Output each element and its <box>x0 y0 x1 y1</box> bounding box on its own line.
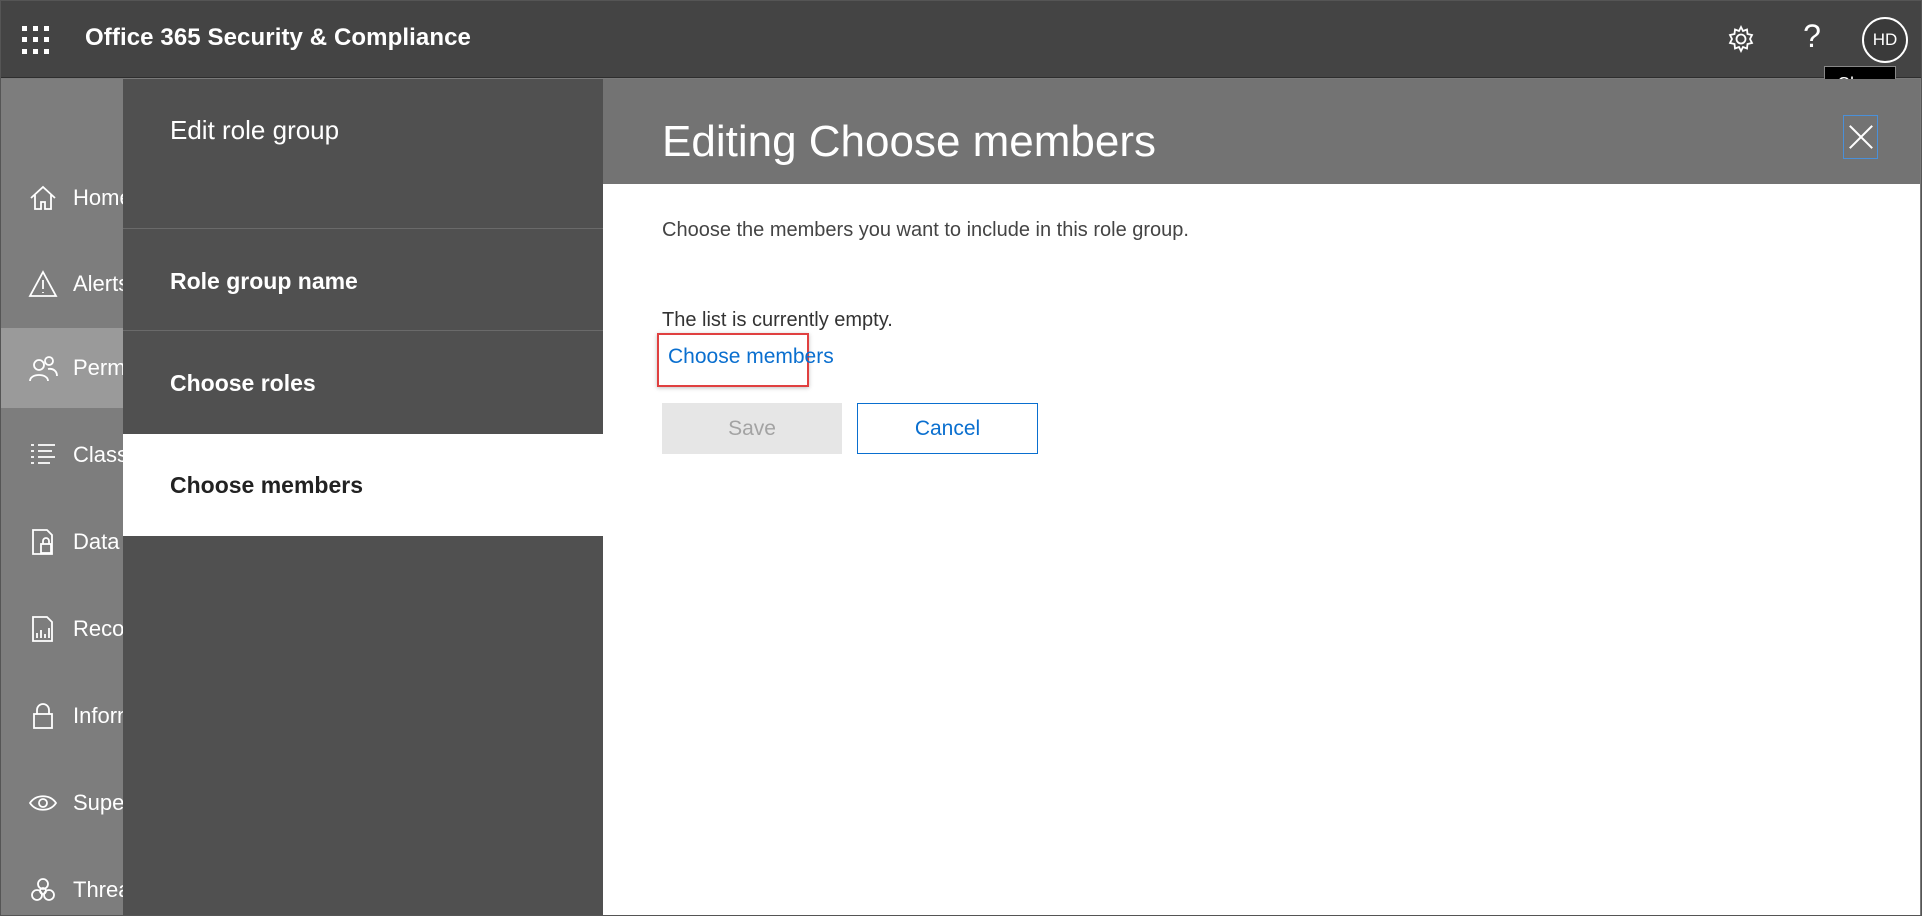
close-button[interactable] <box>1843 115 1878 159</box>
close-icon <box>1848 125 1873 149</box>
panel-heading: Edit role group <box>170 115 340 145</box>
nav-item-classifications[interactable]: Classifications <box>0 415 123 495</box>
nav-label: Alerts <box>73 271 123 296</box>
save-button[interactable]: Save <box>662 403 842 454</box>
avatar[interactable]: HD <box>1862 17 1908 63</box>
step-choose-members[interactable]: Choose members <box>123 434 603 536</box>
report-icon <box>32 616 53 642</box>
nav-label: Data loss prevention <box>73 529 123 554</box>
top-bar: Office 365 Security & Compliance ? HD <box>0 0 1922 78</box>
eye-icon <box>28 795 58 811</box>
left-navigation: Home Alerts Permissions Classifications … <box>0 79 123 916</box>
nav-label: Supervision <box>73 790 123 815</box>
step-choose-roles[interactable]: Choose roles <box>123 332 603 434</box>
alert-icon <box>28 270 58 297</box>
biohazard-icon <box>31 878 55 901</box>
people-icon <box>29 356 58 382</box>
panel-description: Choose the members you want to include i… <box>662 219 1189 241</box>
step-role-group-name[interactable]: Role group name <box>123 230 603 332</box>
wizard-steps-panel: Edit role group Role group name Choose r… <box>123 79 603 916</box>
nav-label: Threat management <box>73 877 123 902</box>
panel-header: Editing Choose members <box>603 79 1920 184</box>
app-title: Office 365 Security & Compliance <box>85 24 472 51</box>
nav-item-information-governance[interactable]: Information governance <box>0 676 123 756</box>
nav-label: Records management <box>73 616 123 641</box>
app-launcher-icon[interactable] <box>22 26 50 54</box>
nav-label: Classifications <box>73 442 123 467</box>
lock-icon <box>33 703 53 729</box>
doc-lock-icon <box>32 529 53 555</box>
edit-panel-content: Editing Choose members Choose the member… <box>603 79 1920 916</box>
nav-item-records-management[interactable]: Records management <box>0 589 123 669</box>
nav-item-data-loss-prevention[interactable]: Data loss prevention <box>0 502 123 582</box>
nav-label: Home <box>73 185 123 210</box>
cancel-button[interactable]: Cancel <box>857 403 1038 454</box>
empty-list-text: The list is currently empty. <box>662 309 893 331</box>
nav-label: Information governance <box>73 703 123 728</box>
divider <box>123 330 603 331</box>
list-icon <box>31 444 55 464</box>
nav-item-home[interactable]: Home <box>0 158 123 238</box>
choose-members-link[interactable]: Choose members <box>668 345 834 369</box>
panel-title: Editing Choose members <box>662 117 1157 166</box>
divider <box>123 228 603 229</box>
help-icon[interactable]: ? <box>1797 18 1827 58</box>
settings-gear-icon[interactable] <box>1726 24 1756 54</box>
home-icon <box>30 185 56 210</box>
nav-item-alerts[interactable]: Alerts <box>0 244 123 324</box>
nav-item-supervision[interactable]: Supervision <box>0 763 123 843</box>
nav-label: Permissions <box>73 355 123 380</box>
nav-item-threat-management[interactable]: Threat management <box>0 850 123 916</box>
nav-item-permissions[interactable]: Permissions <box>0 328 123 408</box>
